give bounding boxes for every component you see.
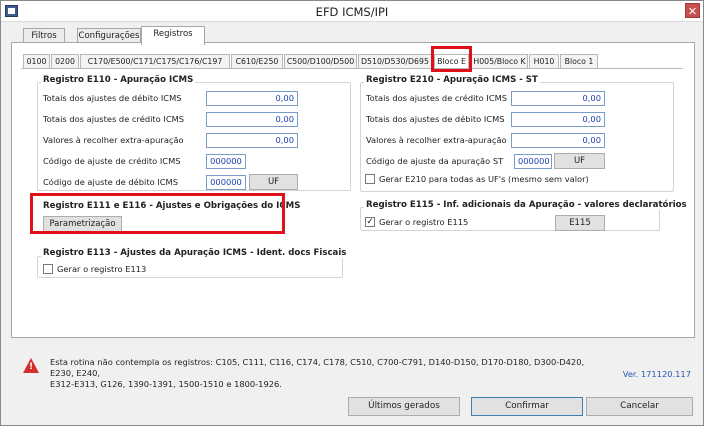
version-label: Ver. 171120.117 — [622, 369, 691, 379]
subtab-h005-bloco-k[interactable]: H005/Bloco K — [471, 54, 528, 69]
e115-checkbox[interactable]: ✓ — [365, 217, 375, 227]
subtab-c610[interactable]: C610/E250 — [231, 54, 283, 69]
subtab-0100[interactable]: 0100 — [23, 54, 50, 69]
cancel-button[interactable]: Cancelar — [586, 397, 693, 416]
subtab-c170[interactable]: C170/E500/C171/C175/C176/C197 — [80, 54, 230, 69]
subtab-bloco-1[interactable]: Bloco 1 — [560, 54, 598, 69]
e210-all-uf-label: Gerar E210 para todas as UF's (mesmo sem… — [379, 174, 589, 184]
e110-extra-label: Valores à recolher extra-apuração — [43, 135, 184, 145]
e115-title: Registro E115 - Inf. adicionais da Apura… — [364, 200, 689, 210]
e115-checkbox-label: Gerar o registro E115 — [379, 217, 469, 227]
e110-credit-total-label: Totais dos ajustes de crédito ICMS — [43, 114, 185, 124]
subtab-d510[interactable]: D510/D530/D695 — [358, 54, 432, 69]
e113-checkbox-label: Gerar o registro E113 — [57, 264, 147, 274]
e210-extra-label: Valores à recolher extra-apuração — [366, 135, 507, 145]
check-icon: ✓ — [366, 217, 374, 227]
e210-title: Registro E210 - Apuração ICMS - ST — [364, 75, 540, 85]
window-title: EFD ICMS/IPI — [315, 5, 389, 19]
e110-extra-field[interactable]: 0,00 — [206, 133, 298, 148]
e110-credit-code-label: Código de ajuste de crédito ICMS — [43, 156, 181, 166]
e210-all-uf-checkbox[interactable] — [365, 174, 375, 184]
e210-debit-total-field[interactable]: 0,00 — [511, 112, 605, 127]
e210-code-field[interactable]: 000000 — [514, 154, 552, 169]
e110-credit-code-field[interactable]: 000000 — [206, 154, 246, 169]
notice-line-1: Esta rotina não contempla os registros: … — [50, 357, 585, 378]
highlight-bloco-e — [431, 46, 472, 72]
e110-title: Registro E110 - Apuração ICMS — [41, 75, 196, 85]
e110-uf-button[interactable]: UF — [249, 174, 298, 190]
e113-title: Registro E113 - Ajustes da Apuração ICMS… — [41, 248, 349, 258]
title-bar[interactable]: EFD ICMS/IPI ✕ — [1, 1, 703, 22]
notice-text: Esta rotina não contempla os registros: … — [50, 357, 610, 390]
warning-icon-mark: ! — [29, 362, 34, 372]
e110-debit-total-field[interactable]: 0,00 — [206, 91, 298, 106]
notice-line-2: E312-E313, G126, 1390-1391, 1500-1510 e … — [50, 379, 282, 389]
e110-debit-total-label: Totais dos ajustes de débito ICMS — [43, 93, 182, 103]
e110-credit-total-field[interactable]: 0,00 — [206, 112, 298, 127]
e113-checkbox[interactable] — [43, 264, 53, 274]
subtab-0200[interactable]: 0200 — [51, 54, 79, 69]
e110-debit-code-field[interactable]: 000000 — [206, 175, 246, 190]
e115-button[interactable]: E115 — [555, 215, 605, 231]
highlight-e111 — [30, 193, 285, 234]
e110-debit-code-label: Código de ajuste de débito ICMS — [43, 177, 178, 187]
close-button[interactable]: ✕ — [685, 3, 700, 18]
e210-debit-total-label: Totais dos ajustes de débito ICMS — [366, 114, 505, 124]
main-window: EFD ICMS/IPI ✕ Filtros Configurações Reg… — [0, 0, 704, 426]
e210-credit-total-field[interactable]: 0,00 — [511, 91, 605, 106]
last-generated-button[interactable]: Últimos gerados — [348, 397, 460, 416]
e210-uf-button[interactable]: UF — [554, 153, 605, 169]
e210-extra-field[interactable]: 0,00 — [511, 133, 605, 148]
subtab-c500[interactable]: C500/D100/D500 — [284, 54, 357, 69]
tab-registros[interactable]: Registros — [141, 26, 205, 45]
e210-credit-total-label: Totais dos ajustes de crédito ICMS — [366, 93, 508, 103]
confirm-button[interactable]: Confirmar — [471, 397, 583, 416]
e210-code-label: Código de ajuste da apuração ST — [366, 156, 504, 166]
close-icon: ✕ — [687, 5, 698, 18]
subtab-h010[interactable]: H010 — [529, 54, 559, 69]
